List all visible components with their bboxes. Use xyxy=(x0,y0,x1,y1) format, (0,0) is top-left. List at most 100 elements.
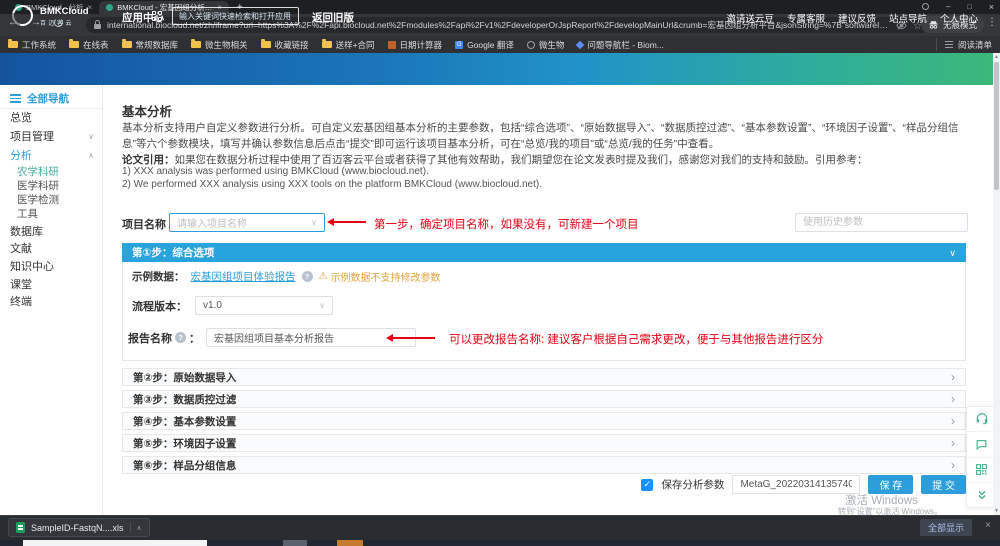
report-name-input[interactable] xyxy=(206,328,416,347)
sidebar-item-database[interactable]: 数据库 xyxy=(10,223,94,239)
folder-icon xyxy=(261,41,271,48)
citation-label: 论文引用： xyxy=(122,154,175,166)
folder-icon xyxy=(322,41,332,48)
submit-button[interactable]: 提 交 xyxy=(921,475,966,494)
bookmark-folder[interactable]: 工作系统 xyxy=(8,39,56,51)
close-button[interactable] xyxy=(989,2,994,12)
header-link-support[interactable]: 专属客服 xyxy=(787,11,825,25)
bookmark-folder[interactable]: 送样+合同 xyxy=(322,39,375,51)
sample-data-row: 示例数据： 宏基因组项目体验报告 示例数据不支持修改参数 xyxy=(132,269,440,284)
collapse-double-chevron-icon[interactable] xyxy=(967,482,996,507)
citation-example-2: 2) We performed XXX analysis using XXX t… xyxy=(122,179,542,190)
bookmark-folder[interactable]: 收藏链接 xyxy=(261,39,309,51)
annotation-arrow-line xyxy=(333,221,366,223)
chevron-down-icon xyxy=(319,300,325,311)
step1-title: 第①步：综合选项 xyxy=(132,245,214,260)
step5-header[interactable]: 第⑤步：环境因子设置 xyxy=(122,434,966,452)
sample-report-link[interactable]: 宏基因组项目体验报告 xyxy=(191,269,296,284)
sample-warning: 示例数据不支持修改参数 xyxy=(319,269,441,284)
sidebar: 全部导航 总览 项目管理 分析 农学科研 医学科研 医学检测 工具 数据库 文献… xyxy=(0,85,103,515)
sidebar-item-literature[interactable]: 文献 xyxy=(10,240,94,256)
taskbar-window-fragment xyxy=(23,540,207,546)
chevron-up-icon xyxy=(88,149,94,161)
project-name-select[interactable]: 请输入项目名称 xyxy=(169,213,325,232)
chevron-down-icon xyxy=(88,130,94,142)
bookmarks-bar: 工作系统 在线表 常规数据库 微生物相关 收藏链接 送样+合同 日期计算器 Go… xyxy=(0,36,1000,53)
taskbar-window-fragment xyxy=(337,540,363,546)
chevron-right-icon xyxy=(951,392,955,406)
sidebar-item-agriculture-research[interactable]: 农学科研 xyxy=(17,164,101,179)
scrollbar-up-arrow[interactable] xyxy=(993,53,1000,61)
folder-icon xyxy=(122,41,132,48)
globe-icon xyxy=(527,41,535,49)
header-link-sitemap[interactable]: 站点导航 xyxy=(889,11,927,25)
sidebar-item-analysis[interactable]: 分析 xyxy=(10,147,94,163)
bookmark-item[interactable]: Google 翻译 xyxy=(455,39,514,51)
bookmark-folder[interactable]: 在线表 xyxy=(69,39,109,51)
intro-paragraph: 基本分析支持用户自定义参数进行分析。可自定义宏基因组基本分析的主要参数，包括“综… xyxy=(122,121,968,153)
chevron-right-icon xyxy=(951,436,955,450)
history-params-input[interactable] xyxy=(795,213,968,232)
lock-icon[interactable] xyxy=(94,24,101,29)
reading-list-button[interactable]: 阅读清单 xyxy=(936,38,992,51)
step4-header[interactable]: 第④步：基本参数设置 xyxy=(122,412,966,430)
download-item[interactable]: SampleID-FastqN....xls xyxy=(8,518,150,537)
bookmark-folder[interactable]: 微生物相关 xyxy=(191,39,248,51)
sidebar-item-tools[interactable]: 工具 xyxy=(17,206,101,221)
help-icon[interactable] xyxy=(175,332,186,343)
back-to-old-version-button[interactable]: 返回旧版 xyxy=(312,10,354,25)
citation-text: 如果您在数据分析过程中使用了百迈客云平台或者获得了其他有效帮助，我们期望您在论文… xyxy=(175,154,868,166)
excel-file-icon xyxy=(16,522,25,533)
header-link-invite[interactable]: 邀请送云豆 xyxy=(726,11,774,25)
bookmark-folder[interactable]: 常规数据库 xyxy=(122,39,179,51)
step3-header[interactable]: 第③步：数据质控过滤 xyxy=(122,390,966,408)
close-shelf-icon[interactable] xyxy=(985,520,991,531)
customer-service-icon[interactable] xyxy=(967,407,996,431)
annotation-arrow-line xyxy=(392,337,435,339)
step2-header[interactable]: 第②步：原始数据导入 xyxy=(122,368,966,386)
chevron-down-icon xyxy=(949,247,956,259)
save-params-label: 保存分析参数 xyxy=(661,477,724,492)
sidebar-item-overview[interactable]: 总览 xyxy=(10,109,94,125)
minimize-button[interactable] xyxy=(946,2,950,11)
help-icon[interactable] xyxy=(302,271,313,282)
chat-icon[interactable] xyxy=(967,431,996,456)
sidebar-item-knowledge-center[interactable]: 知识中心 xyxy=(10,258,94,274)
bookmark-item[interactable]: 问题导航栏 - Biom... xyxy=(577,39,664,51)
chevron-down-icon xyxy=(311,217,317,228)
page-title: 基本分析 xyxy=(122,101,172,120)
folder-icon xyxy=(69,41,79,48)
sidebar-item-classroom[interactable]: 课堂 xyxy=(10,276,94,292)
apps-grid-icon[interactable] xyxy=(152,11,162,21)
save-params-checkbox[interactable] xyxy=(641,479,653,491)
download-menu-caret-icon[interactable] xyxy=(130,522,142,533)
all-nav-toggle[interactable]: 全部导航 xyxy=(10,91,69,106)
pipeline-version-select[interactable]: v1.0 xyxy=(195,296,333,315)
show-all-downloads-button[interactable]: 全部显示 xyxy=(920,519,972,536)
param-name-input[interactable] xyxy=(732,475,860,494)
maximize-button[interactable] xyxy=(968,2,972,11)
pipeline-version-row: 流程版本： v1.0 xyxy=(132,296,333,315)
brand-subtitle: 百迈客云 xyxy=(40,18,74,27)
app-search-input[interactable] xyxy=(172,7,299,25)
bookmark-item[interactable]: 微生物 xyxy=(527,39,565,51)
folder-icon xyxy=(191,41,201,48)
sidebar-item-medical-research[interactable]: 医学科研 xyxy=(17,178,101,193)
extension-icon[interactable] xyxy=(922,3,929,10)
sidebar-item-project-management[interactable]: 项目管理 xyxy=(10,128,94,144)
scrollbar-down-arrow[interactable] xyxy=(993,507,1000,515)
project-name-placeholder: 请输入项目名称 xyxy=(177,215,247,230)
bookmark-item[interactable]: 日期计算器 xyxy=(388,39,443,51)
header-link-profile[interactable]: 个人中心 xyxy=(940,11,978,25)
app-header xyxy=(0,53,1000,85)
browser-menu-icon[interactable] xyxy=(987,17,997,28)
header-link-feedback[interactable]: 建议反馈 xyxy=(838,11,876,25)
header-links: 邀请送云豆 专属客服 建议反馈 站点导航 个人中心 xyxy=(726,11,978,25)
step1-header[interactable]: 第①步：综合选项 xyxy=(122,243,966,262)
qr-code-icon[interactable] xyxy=(967,457,996,482)
sidebar-item-terminal[interactable]: 终端 xyxy=(10,293,94,309)
pipeline-version-value: v1.0 xyxy=(203,300,222,311)
scrollbar-thumb[interactable] xyxy=(994,62,999,190)
sidebar-item-medical-testing[interactable]: 医学检测 xyxy=(17,192,101,207)
step6-header[interactable]: 第⑥步：样品分组信息 xyxy=(122,456,966,474)
